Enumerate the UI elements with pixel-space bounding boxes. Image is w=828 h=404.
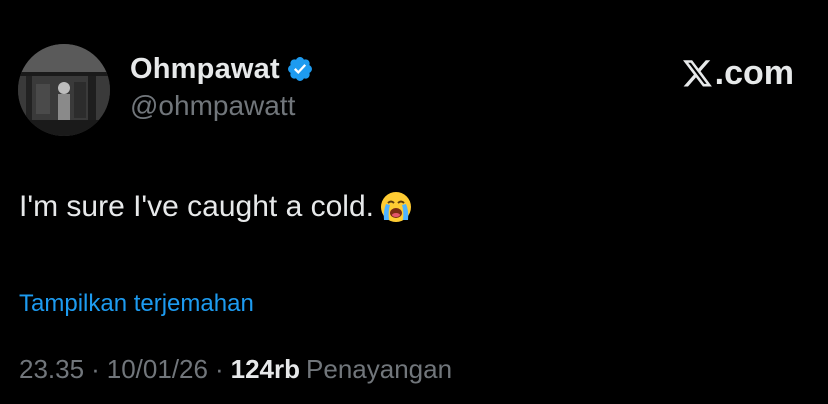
x-brand: .com <box>682 54 794 93</box>
loudly-crying-face-emoji <box>380 191 412 223</box>
verified-badge-icon <box>286 55 314 83</box>
translate-link[interactable]: Tampilkan terjemahan <box>19 290 254 318</box>
tweet-meta: 23.35 · 10/01/26 · 124rb Penayangan <box>19 354 452 385</box>
handle[interactable]: @ohmpawatt <box>130 90 314 122</box>
avatar[interactable] <box>18 44 110 136</box>
domain-suffix: .com <box>714 54 794 92</box>
tweet-card: Ohmpawat @ohmpawatt .com I'm sure I've c… <box>0 0 828 404</box>
x-logo-icon <box>682 59 715 88</box>
name-row: Ohmpawat <box>130 50 314 88</box>
tweet-time[interactable]: 23.35 <box>19 354 84 385</box>
views-count: 124rb <box>230 354 301 384</box>
tweet-body: I'm sure I've caught a cold. <box>19 190 412 224</box>
tweet-date[interactable]: 10/01/26 <box>107 354 208 385</box>
views-label: Penayangan <box>306 354 453 384</box>
meta-separator: · <box>214 354 224 384</box>
display-name[interactable]: Ohmpawat <box>130 53 280 86</box>
tweet-text: I'm sure I've caught a cold. <box>19 190 374 223</box>
avatar-photo <box>18 44 110 136</box>
author-block: Ohmpawat @ohmpawatt <box>130 50 314 122</box>
meta-separator: · <box>91 354 100 384</box>
